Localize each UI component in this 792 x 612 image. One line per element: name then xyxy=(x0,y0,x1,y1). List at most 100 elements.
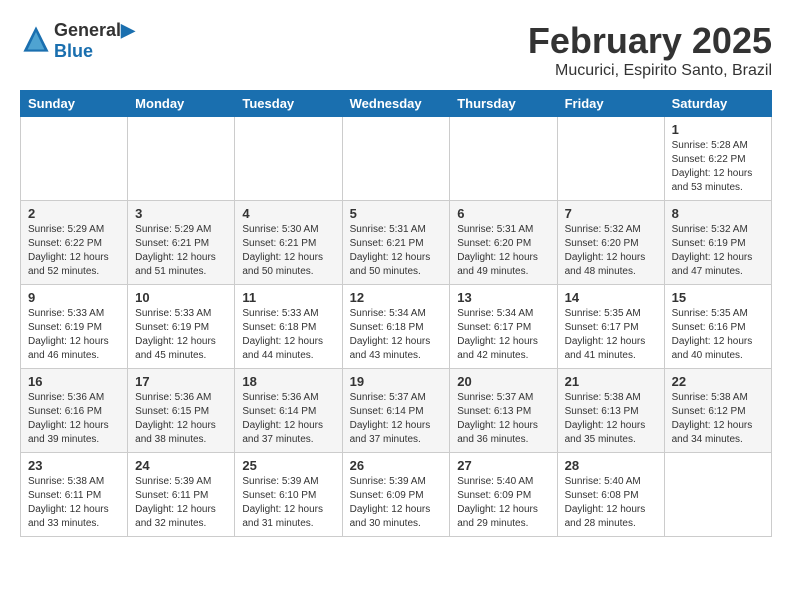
calendar-cell xyxy=(342,117,450,201)
calendar-cell: 1 Sunrise: 5:28 AM Sunset: 6:22 PM Daylig… xyxy=(664,117,771,201)
day-number: 1 xyxy=(672,122,764,137)
day-info: Sunrise: 5:29 AM Sunset: 6:22 PM Dayligh… xyxy=(28,223,120,279)
day-number: 10 xyxy=(135,290,227,305)
day-number: 22 xyxy=(672,374,764,389)
calendar-body: 1 Sunrise: 5:28 AM Sunset: 6:22 PM Daylig… xyxy=(21,117,772,537)
day-info: Sunrise: 5:39 AM Sunset: 6:11 PM Dayligh… xyxy=(135,475,227,531)
day-info: Sunrise: 5:34 AM Sunset: 6:18 PM Dayligh… xyxy=(350,307,443,363)
calendar-cell: 19 Sunrise: 5:37 AM Sunset: 6:14 PM Dayli… xyxy=(342,369,450,453)
calendar-header: SundayMondayTuesdayWednesdayThursdayFrid… xyxy=(21,91,772,117)
day-info: Sunrise: 5:36 AM Sunset: 6:15 PM Dayligh… xyxy=(135,391,227,447)
calendar-cell: 11 Sunrise: 5:33 AM Sunset: 6:18 PM Dayli… xyxy=(235,285,342,369)
header-saturday: Saturday xyxy=(664,91,771,117)
calendar-cell: 20 Sunrise: 5:37 AM Sunset: 6:13 PM Dayli… xyxy=(450,369,557,453)
day-info: Sunrise: 5:40 AM Sunset: 6:09 PM Dayligh… xyxy=(457,475,549,531)
calendar-cell: 2 Sunrise: 5:29 AM Sunset: 6:22 PM Daylig… xyxy=(21,201,128,285)
calendar-cell: 16 Sunrise: 5:36 AM Sunset: 6:16 PM Dayli… xyxy=(21,369,128,453)
calendar-cell xyxy=(664,453,771,537)
calendar-cell xyxy=(235,117,342,201)
calendar-cell: 18 Sunrise: 5:36 AM Sunset: 6:14 PM Dayli… xyxy=(235,369,342,453)
calendar-cell: 14 Sunrise: 5:35 AM Sunset: 6:17 PM Dayli… xyxy=(557,285,664,369)
day-info: Sunrise: 5:38 AM Sunset: 6:12 PM Dayligh… xyxy=(672,391,764,447)
day-info: Sunrise: 5:38 AM Sunset: 6:13 PM Dayligh… xyxy=(565,391,657,447)
day-number: 15 xyxy=(672,290,764,305)
day-number: 5 xyxy=(350,206,443,221)
day-number: 18 xyxy=(242,374,334,389)
day-number: 21 xyxy=(565,374,657,389)
calendar-cell: 7 Sunrise: 5:32 AM Sunset: 6:20 PM Daylig… xyxy=(557,201,664,285)
day-number: 16 xyxy=(28,374,120,389)
header-row: SundayMondayTuesdayWednesdayThursdayFrid… xyxy=(21,91,772,117)
calendar-cell: 24 Sunrise: 5:39 AM Sunset: 6:11 PM Dayli… xyxy=(128,453,235,537)
day-info: Sunrise: 5:31 AM Sunset: 6:21 PM Dayligh… xyxy=(350,223,443,279)
day-info: Sunrise: 5:36 AM Sunset: 6:16 PM Dayligh… xyxy=(28,391,120,447)
header-tuesday: Tuesday xyxy=(235,91,342,117)
calendar-table: SundayMondayTuesdayWednesdayThursdayFrid… xyxy=(20,90,772,537)
day-info: Sunrise: 5:28 AM Sunset: 6:22 PM Dayligh… xyxy=(672,139,764,195)
calendar-cell xyxy=(21,117,128,201)
day-number: 6 xyxy=(457,206,549,221)
day-number: 19 xyxy=(350,374,443,389)
logo: General▶ Blue xyxy=(20,20,135,62)
calendar-cell: 4 Sunrise: 5:30 AM Sunset: 6:21 PM Daylig… xyxy=(235,201,342,285)
day-info: Sunrise: 5:39 AM Sunset: 6:10 PM Dayligh… xyxy=(242,475,334,531)
day-info: Sunrise: 5:35 AM Sunset: 6:17 PM Dayligh… xyxy=(565,307,657,363)
calendar-cell: 13Sunrise: 5:34 AM Sunset: 6:17 PM Dayli… xyxy=(450,285,557,369)
calendar-cell: 3Sunrise: 5:29 AM Sunset: 6:21 PM Daylig… xyxy=(128,201,235,285)
location: Mucurici, Espirito Santo, Brazil xyxy=(528,62,772,80)
day-number: 2 xyxy=(28,206,120,221)
day-number: 14 xyxy=(565,290,657,305)
day-info: Sunrise: 5:31 AM Sunset: 6:20 PM Dayligh… xyxy=(457,223,549,279)
calendar-cell: 9Sunrise: 5:33 AM Sunset: 6:19 PM Daylig… xyxy=(21,285,128,369)
calendar-cell: 21 Sunrise: 5:38 AM Sunset: 6:13 PM Dayli… xyxy=(557,369,664,453)
day-info: Sunrise: 5:34 AM Sunset: 6:17 PM Dayligh… xyxy=(457,307,549,363)
day-info: Sunrise: 5:32 AM Sunset: 6:20 PM Dayligh… xyxy=(565,223,657,279)
day-info: Sunrise: 5:40 AM Sunset: 6:08 PM Dayligh… xyxy=(565,475,657,531)
calendar-cell: 10Sunrise: 5:33 AM Sunset: 6:19 PM Dayli… xyxy=(128,285,235,369)
calendar-cell: 27 Sunrise: 5:40 AM Sunset: 6:09 PM Dayli… xyxy=(450,453,557,537)
calendar-cell xyxy=(557,117,664,201)
calendar-cell: 23Sunrise: 5:38 AM Sunset: 6:11 PM Dayli… xyxy=(21,453,128,537)
week-row-4: 16 Sunrise: 5:36 AM Sunset: 6:16 PM Dayli… xyxy=(21,369,772,453)
header-sunday: Sunday xyxy=(21,91,128,117)
calendar-cell: 8 Sunrise: 5:32 AM Sunset: 6:19 PM Daylig… xyxy=(664,201,771,285)
day-info: Sunrise: 5:36 AM Sunset: 6:14 PM Dayligh… xyxy=(242,391,334,447)
day-number: 9 xyxy=(28,290,120,305)
day-number: 8 xyxy=(672,206,764,221)
day-number: 17 xyxy=(135,374,227,389)
day-number: 24 xyxy=(135,458,227,473)
day-info: Sunrise: 5:30 AM Sunset: 6:21 PM Dayligh… xyxy=(242,223,334,279)
calendar-cell xyxy=(450,117,557,201)
day-number: 12 xyxy=(350,290,443,305)
day-number: 7 xyxy=(565,206,657,221)
day-info: Sunrise: 5:32 AM Sunset: 6:19 PM Dayligh… xyxy=(672,223,764,279)
header-monday: Monday xyxy=(128,91,235,117)
week-row-5: 23Sunrise: 5:38 AM Sunset: 6:11 PM Dayli… xyxy=(21,453,772,537)
day-number: 20 xyxy=(457,374,549,389)
week-row-3: 9Sunrise: 5:33 AM Sunset: 6:19 PM Daylig… xyxy=(21,285,772,369)
day-number: 27 xyxy=(457,458,549,473)
day-number: 11 xyxy=(242,290,334,305)
calendar-cell: 17 Sunrise: 5:36 AM Sunset: 6:15 PM Dayli… xyxy=(128,369,235,453)
day-info: Sunrise: 5:37 AM Sunset: 6:14 PM Dayligh… xyxy=(350,391,443,447)
calendar-cell: 6 Sunrise: 5:31 AM Sunset: 6:20 PM Daylig… xyxy=(450,201,557,285)
day-number: 26 xyxy=(350,458,443,473)
calendar-cell: 22 Sunrise: 5:38 AM Sunset: 6:12 PM Dayli… xyxy=(664,369,771,453)
calendar-cell: 12 Sunrise: 5:34 AM Sunset: 6:18 PM Dayli… xyxy=(342,285,450,369)
month-title: February 2025 xyxy=(528,20,772,62)
calendar-cell: 28 Sunrise: 5:40 AM Sunset: 6:08 PM Dayli… xyxy=(557,453,664,537)
week-row-1: 1 Sunrise: 5:28 AM Sunset: 6:22 PM Daylig… xyxy=(21,117,772,201)
day-number: 4 xyxy=(242,206,334,221)
day-info: Sunrise: 5:37 AM Sunset: 6:13 PM Dayligh… xyxy=(457,391,549,447)
header-thursday: Thursday xyxy=(450,91,557,117)
day-number: 23 xyxy=(28,458,120,473)
week-row-2: 2 Sunrise: 5:29 AM Sunset: 6:22 PM Daylig… xyxy=(21,201,772,285)
calendar-cell xyxy=(128,117,235,201)
day-info: Sunrise: 5:29 AM Sunset: 6:21 PM Dayligh… xyxy=(135,223,227,279)
title-block: February 2025 Mucurici, Espirito Santo, … xyxy=(528,20,772,80)
day-info: Sunrise: 5:33 AM Sunset: 6:18 PM Dayligh… xyxy=(242,307,334,363)
page-header: General▶ Blue February 2025 Mucurici, Es… xyxy=(20,20,772,80)
day-info: Sunrise: 5:35 AM Sunset: 6:16 PM Dayligh… xyxy=(672,307,764,363)
calendar-cell: 5 Sunrise: 5:31 AM Sunset: 6:21 PM Daylig… xyxy=(342,201,450,285)
day-number: 28 xyxy=(565,458,657,473)
